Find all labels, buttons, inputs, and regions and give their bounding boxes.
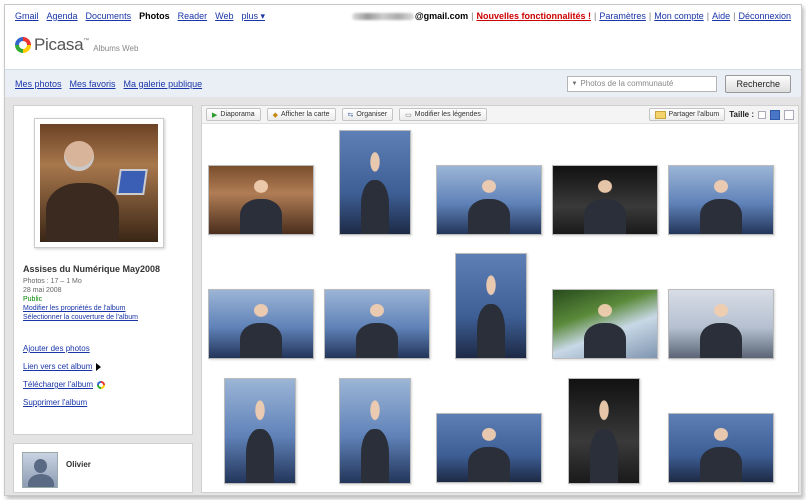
account-bar: @gmail.com | Nouvelles fonctionnalités !… [351, 11, 791, 21]
map-icon: ◆ [272, 111, 279, 119]
album-visibility: Public [23, 296, 43, 303]
chevron-down-icon[interactable]: ▼ [571, 81, 577, 87]
tab-public-gallery[interactable]: Ma galerie publique [124, 79, 203, 89]
photo-thumbnail[interactable] [455, 253, 527, 359]
organize-button[interactable]: ⇆ Organiser [341, 108, 394, 121]
account-link[interactable]: Mon compte [654, 11, 704, 21]
album-cover[interactable] [34, 118, 164, 248]
separator: | [471, 11, 474, 21]
settings-link[interactable]: Paramètres [599, 11, 646, 21]
photo-thumbnail[interactable] [224, 378, 296, 484]
edit-captions-button[interactable]: ▭ Modifier les légendes [399, 108, 487, 121]
share-icon [654, 110, 666, 119]
album-actions: Ajouter des photos Lien vers cet album T… [23, 344, 106, 407]
nav-more[interactable]: plus ▾ [241, 11, 265, 22]
photo-thumbnail[interactable] [339, 130, 411, 235]
photo-thumbnail[interactable] [436, 413, 542, 483]
laptop-icon [116, 168, 149, 195]
nav-photos[interactable]: Photos [139, 11, 170, 22]
google-bar: Gmail Agenda Documents Photos Reader Web… [5, 5, 801, 27]
select-cover-link[interactable]: Sélectionner la couverture de l'album [23, 313, 138, 322]
search-button[interactable]: Recherche [725, 74, 791, 93]
slideshow-button[interactable]: ▶ Diaporama [206, 108, 261, 121]
album-title: Assises du Numérique May2008 [23, 264, 161, 274]
photo-thumbnail[interactable] [324, 289, 430, 359]
tab-favorites[interactable]: Mes favoris [70, 79, 116, 89]
slideshow-label: Diaporama [220, 111, 255, 118]
main-content: Assises du Numérique May2008 Photos : 17… [5, 97, 801, 495]
photo-thumbnail[interactable] [668, 289, 774, 359]
size-label: Taille : [729, 110, 754, 119]
separator: | [733, 11, 736, 21]
album-toolbar: ▶ Diaporama ◆ Afficher la carte ⇆ Organiser… [202, 106, 798, 124]
album-link-link[interactable]: Lien vers cet album [23, 362, 92, 371]
owner-card: Olivier [13, 443, 193, 493]
size-large-icon[interactable] [784, 109, 794, 120]
edit-captions-label: Modifier les légendes [414, 111, 481, 118]
show-map-label: Afficher la carte [281, 111, 330, 118]
logo-name: Picasa [34, 35, 84, 54]
logo-subtitle: Albums Web [93, 43, 139, 53]
avatar[interactable] [22, 452, 58, 488]
help-link[interactable]: Aide [712, 11, 730, 21]
separator: | [594, 11, 597, 21]
picasa-logo-icon [15, 37, 31, 53]
album-sidebar: Assises du Numérique May2008 Photos : 17… [13, 105, 193, 435]
email-redaction [351, 13, 414, 21]
nav-reader[interactable]: Reader [178, 11, 208, 22]
user-email-domain: @gmail.com [414, 11, 469, 21]
picasa-logo[interactable]: Picasa ™ Albums Web [15, 35, 138, 55]
album-tabs: Mes photos Mes favoris Ma galerie publiq… [15, 79, 202, 89]
user-email: @gmail.com [351, 11, 469, 21]
new-features-link[interactable]: Nouvelles fonctionnalités ! [476, 11, 591, 21]
caption-icon: ▭ [405, 111, 412, 119]
album-date: 28 mai 2008 [23, 287, 62, 294]
search-input[interactable]: ▼ Photos de la communauté [567, 75, 718, 92]
photo-thumbnail[interactable] [208, 165, 314, 235]
photo-thumbnail[interactable] [668, 413, 774, 483]
separator: | [648, 11, 652, 21]
organize-label: Organiser [356, 111, 388, 118]
photo-thumbnail[interactable] [552, 289, 658, 359]
toolbar-right: Partager l'album Taille : [648, 108, 794, 121]
nav-documents[interactable]: Documents [86, 11, 132, 22]
album-count: Photos : 17 – 1 Mo [23, 278, 82, 285]
logout-link[interactable]: Déconnexion [738, 11, 791, 21]
delete-album-link[interactable]: Supprimer l'album [23, 398, 87, 407]
google-nav: Gmail Agenda Documents Photos Reader Web… [15, 11, 265, 22]
browser-page: Gmail Agenda Documents Photos Reader Web… [4, 4, 802, 496]
sub-navigation: Mes photos Mes favoris Ma galerie publiq… [5, 69, 801, 97]
photo-thumbnail[interactable] [552, 165, 658, 235]
logo-trademark: ™ [83, 38, 90, 44]
picasa-download-icon[interactable] [97, 380, 106, 389]
edit-album-properties-link[interactable]: Modifier les propriétés de l'album [23, 304, 138, 313]
arrow-right-icon[interactable] [96, 362, 102, 371]
album-cover-image [40, 124, 158, 242]
nav-web[interactable]: Web [215, 11, 233, 22]
play-icon: ▶ [212, 111, 218, 119]
share-album-button[interactable]: Partager l'album [648, 108, 726, 121]
size-medium-icon[interactable] [770, 109, 780, 120]
separator: | [706, 11, 710, 21]
photo-panel: ▶ Diaporama ◆ Afficher la carte ⇆ Organiser… [201, 105, 799, 493]
download-album-link[interactable]: Télécharger l'album [23, 380, 93, 389]
organize-icon: ⇆ [347, 111, 354, 119]
photo-thumbnail[interactable] [208, 289, 314, 359]
owner-name[interactable]: Olivier [66, 460, 91, 469]
photo-thumbnail[interactable] [436, 165, 542, 235]
size-small-icon[interactable] [758, 110, 766, 119]
nav-gmail[interactable]: Gmail [15, 11, 39, 22]
photo-thumbnail[interactable] [339, 378, 411, 484]
show-map-button[interactable]: ◆ Afficher la carte [266, 108, 336, 121]
search-area: ▼ Photos de la communauté Recherche [567, 74, 791, 93]
search-placeholder: Photos de la communauté [580, 79, 674, 88]
tab-my-photos[interactable]: Mes photos [15, 79, 62, 89]
photo-thumbnail[interactable] [568, 378, 640, 484]
share-label: Partager l'album [668, 111, 720, 118]
photo-thumbnail[interactable] [668, 165, 774, 235]
album-meta: Photos : 17 – 1 Mo 28 mai 2008 Public Mo… [23, 277, 138, 322]
add-photos-link[interactable]: Ajouter des photos [23, 344, 90, 353]
nav-agenda[interactable]: Agenda [47, 11, 78, 22]
